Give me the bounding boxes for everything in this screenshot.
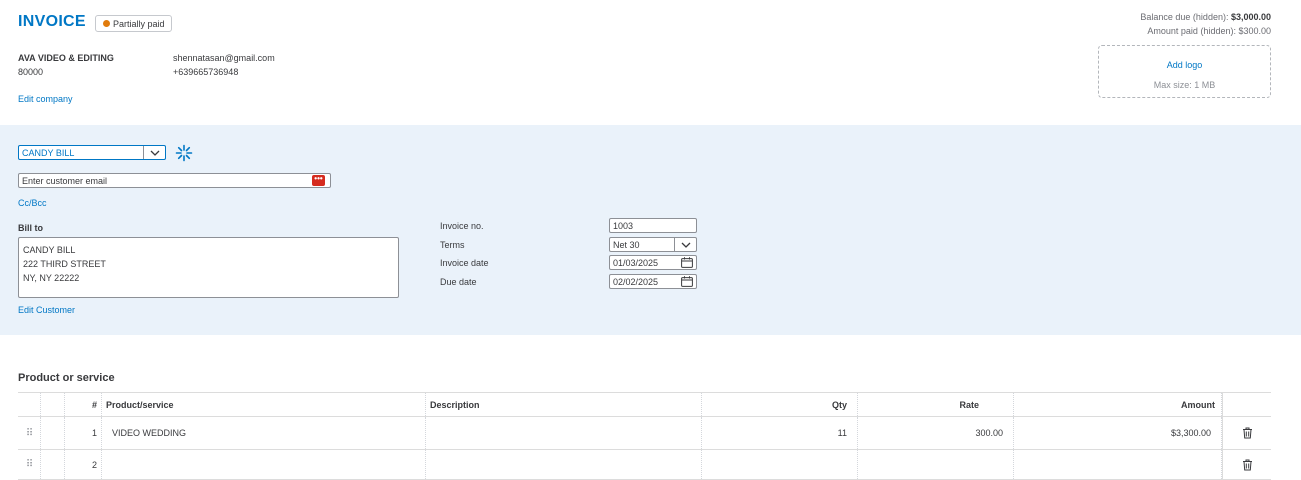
bill-to-line: 222 THIRD STREET bbox=[23, 259, 106, 269]
add-logo-link[interactable]: Add logo bbox=[1099, 60, 1270, 70]
drag-column-header bbox=[18, 393, 41, 416]
amount-paid: Amount paid (hidden): $300.00 bbox=[1147, 26, 1271, 36]
company-phone: +639665736948 bbox=[173, 67, 239, 77]
bill-to-label: Bill to bbox=[18, 223, 43, 233]
edit-company-link[interactable]: Edit company bbox=[18, 94, 73, 104]
invoice-no-label: Invoice no. bbox=[440, 221, 484, 231]
customer-email-field[interactable]: ••• bbox=[18, 173, 331, 188]
password-manager-icon[interactable]: ••• bbox=[312, 175, 325, 186]
product-cell[interactable] bbox=[102, 450, 426, 479]
terms-label: Terms bbox=[440, 240, 465, 250]
status-badge: Partially paid bbox=[95, 15, 172, 32]
table-row[interactable]: ⠿ 2 bbox=[18, 450, 1271, 480]
table-header-row: # Product/service Description Qty Rate A… bbox=[18, 392, 1271, 417]
status-label: Partially paid bbox=[113, 18, 165, 29]
spacer-cell bbox=[41, 417, 65, 449]
due-date-value: 02/02/2025 bbox=[613, 276, 659, 287]
qty-cell[interactable]: 11 bbox=[702, 417, 858, 449]
column-header-product: Product/service bbox=[102, 393, 426, 416]
due-date-label: Due date bbox=[440, 277, 477, 287]
customer-select[interactable]: CANDY BILL bbox=[18, 145, 166, 160]
chevron-down-icon[interactable] bbox=[143, 146, 165, 159]
edit-customer-link[interactable]: Edit Customer bbox=[18, 305, 75, 315]
chevron-down-icon[interactable] bbox=[674, 238, 696, 251]
column-header-qty: Qty bbox=[702, 393, 858, 416]
delete-row-icon[interactable] bbox=[1222, 417, 1271, 449]
ai-sparkle-icon[interactable] bbox=[175, 144, 193, 164]
due-date-field[interactable]: 02/02/2025 bbox=[609, 274, 697, 289]
drag-handle-icon[interactable]: ⠿ bbox=[18, 450, 41, 479]
description-cell[interactable] bbox=[426, 417, 702, 449]
terms-value: Net 30 bbox=[613, 239, 640, 250]
bill-to-line: CANDY BILL bbox=[23, 245, 76, 255]
row-number: 2 bbox=[65, 450, 102, 479]
table-row[interactable]: ⠿ 1 VIDEO WEDDING 11 300.00 $3,300.00 bbox=[18, 417, 1271, 450]
company-name: AVA VIDEO & EDITING bbox=[18, 53, 114, 63]
invoice-no-field[interactable]: 1003 bbox=[609, 218, 697, 233]
invoice-no-value: 1003 bbox=[613, 220, 634, 231]
rate-cell[interactable]: 300.00 bbox=[858, 417, 1014, 449]
product-cell[interactable]: VIDEO WEDDING bbox=[102, 417, 426, 449]
customer-select-value: CANDY BILL bbox=[22, 147, 75, 158]
column-header-rate: Rate bbox=[858, 393, 1014, 416]
invoice-date-field[interactable]: 01/03/2025 bbox=[609, 255, 697, 270]
invoice-date-label: Invoice date bbox=[440, 258, 489, 268]
calendar-icon[interactable] bbox=[681, 257, 693, 270]
invoice-title: INVOICE bbox=[18, 13, 86, 30]
bill-to-line: NY, NY 22222 bbox=[23, 273, 80, 283]
cc-bcc-link[interactable]: Cc/Bcc bbox=[18, 198, 47, 208]
balance-due-value: $3,000.00 bbox=[1230, 12, 1271, 22]
status-dot-icon bbox=[103, 20, 110, 27]
company-number: 80000 bbox=[18, 67, 44, 77]
product-section-heading: Product or service bbox=[18, 372, 115, 384]
terms-select[interactable]: Net 30 bbox=[609, 237, 697, 252]
company-email: shennatasan@gmail.com bbox=[173, 53, 275, 63]
balance-due-label: Balance due (hidden): bbox=[1140, 12, 1231, 22]
rate-cell[interactable] bbox=[858, 450, 1014, 479]
column-header-amount: Amount bbox=[1014, 393, 1222, 416]
customer-email-input[interactable] bbox=[22, 175, 302, 186]
delete-row-icon[interactable] bbox=[1222, 450, 1271, 479]
invoice-date-value: 01/03/2025 bbox=[613, 257, 659, 268]
column-header-num: # bbox=[65, 393, 102, 416]
column-header-description: Description bbox=[426, 393, 702, 416]
bill-to-address[interactable]: CANDY BILL 222 THIRD STREET NY, NY 22222 bbox=[18, 237, 399, 298]
balance-due: Balance due (hidden): $3,000.00 bbox=[1140, 12, 1271, 22]
add-logo-dropzone[interactable]: Add logo Max size: 1 MB bbox=[1098, 45, 1271, 98]
spacer-cell bbox=[41, 450, 65, 479]
row-number: 1 bbox=[65, 417, 102, 449]
spacer-column-header bbox=[41, 393, 65, 416]
qty-cell[interactable] bbox=[702, 450, 858, 479]
drag-handle-icon[interactable]: ⠿ bbox=[18, 417, 41, 449]
amount-cell[interactable]: $3,300.00 bbox=[1014, 417, 1222, 449]
calendar-icon[interactable] bbox=[681, 276, 693, 289]
amount-cell[interactable] bbox=[1014, 450, 1222, 479]
actions-column-header bbox=[1222, 393, 1271, 416]
logo-max-size: Max size: 1 MB bbox=[1153, 80, 1216, 90]
description-cell[interactable] bbox=[426, 450, 702, 479]
